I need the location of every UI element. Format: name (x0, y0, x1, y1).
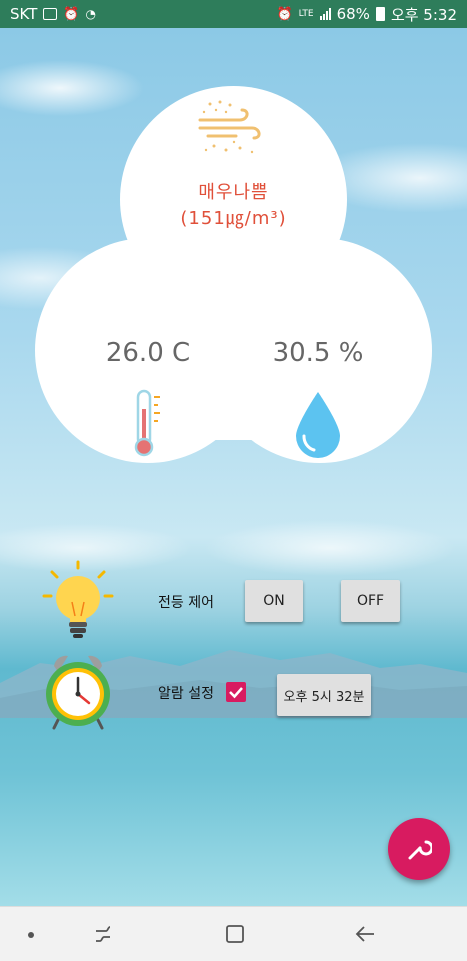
alarm-checkbox[interactable] (226, 682, 246, 702)
carrier-label: SKT (10, 5, 38, 23)
thermometer-icon (134, 389, 160, 457)
wifi-icon: ◔ (85, 7, 97, 21)
status-bar: SKT ⏰ ◔ ⏰ LTE 68% 오후 5:32 (0, 0, 467, 28)
wind-dust-icon (198, 100, 261, 154)
recent-apps-icon[interactable] (92, 923, 114, 945)
light-bulb-icon (42, 560, 114, 638)
settings-fab-button[interactable] (388, 818, 450, 880)
gallery-icon (43, 8, 58, 20)
signal-icon (319, 8, 331, 20)
alarm-clock-icon (46, 655, 110, 730)
light-off-button[interactable]: OFF (341, 580, 400, 622)
network-label: LTE (298, 9, 314, 19)
nav-dot-icon (28, 932, 34, 938)
light-control-label: 전등 제어 (158, 595, 214, 611)
wrench-icon (408, 840, 432, 860)
water-drop-icon (296, 392, 340, 458)
clock: 오후 5:32 (390, 5, 457, 24)
alarm-clock-icon: ⏰ (63, 6, 80, 22)
light-on-button[interactable]: ON (245, 580, 303, 622)
humidity-value: 30.5 % (272, 338, 364, 368)
alarm-status-icon: ⏰ (276, 6, 293, 22)
check-icon (229, 687, 243, 699)
home-icon[interactable] (224, 923, 246, 945)
alarm-time-button[interactable]: 오후 5시 32분 (277, 674, 371, 716)
temperature-value: 26.0 C (105, 338, 191, 368)
system-navigation-bar (0, 906, 467, 961)
alarm-setting-label: 알람 설정 (158, 686, 214, 702)
battery-percent: 68% (336, 5, 370, 23)
air-quality-status: 매우나쁨 (198, 182, 269, 203)
air-quality-value: (151㎍/m³) (180, 208, 287, 229)
battery-icon (375, 7, 385, 21)
back-icon[interactable] (354, 923, 376, 945)
